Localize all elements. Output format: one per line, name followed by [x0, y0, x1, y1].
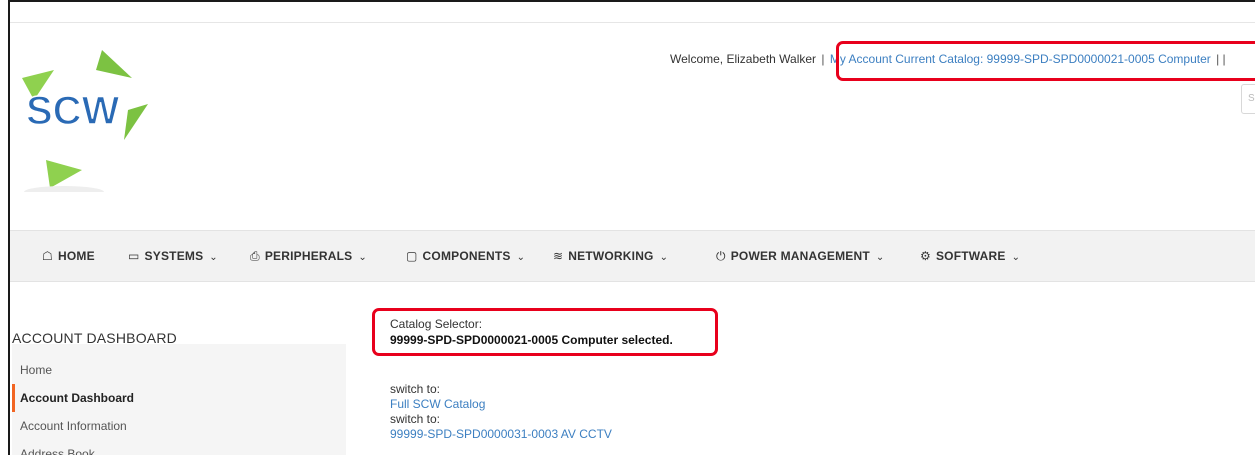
scw-logo[interactable]: SCW	[16, 42, 166, 198]
highlight-box-header	[836, 41, 1255, 81]
chevron-down-icon: ⌄	[875, 252, 885, 263]
sidebar-item-address-book[interactable]: Address Book	[12, 440, 346, 455]
nav-power-management[interactable]: ⏻ POWER MANAGEMENT ⌄	[716, 231, 885, 281]
highlight-box-catalog	[372, 308, 718, 356]
nav-home[interactable]: ☖ HOME	[42, 231, 95, 281]
nav-software-label: SOFTWARE	[935, 249, 1006, 263]
switch-to-label: switch to:	[390, 382, 441, 396]
nav-peripherals[interactable]: ⎙ PERIPHERALS ⌄	[250, 231, 367, 281]
nav-networking-label: NETWORKING	[568, 249, 654, 263]
separator: |	[821, 52, 825, 66]
nav-peripherals-label: PERIPHERALS	[264, 249, 353, 263]
nav-networking[interactable]: ≋ NETWORKING ⌄	[553, 231, 668, 281]
sidebar-item-home[interactable]: Home	[12, 356, 346, 384]
selected-catalog-text: 99999-SPD-SPD0000021-0005 Computer selec…	[390, 333, 673, 347]
top-divider	[10, 22, 1255, 23]
chevron-down-icon: ⌄	[358, 252, 367, 263]
nav-power-management-label: POWER MANAGEMENT	[730, 249, 870, 263]
sidebar-item-account-information[interactable]: Account Information	[12, 412, 346, 440]
logo-wordmark: SCW	[26, 89, 120, 133]
nav-software[interactable]: ⚙ SOFTWARE ⌄	[920, 231, 1020, 281]
welcome-text: Welcome, Elizabeth Walker	[670, 52, 817, 66]
power-icon: ⏻	[716, 249, 726, 263]
page-frame: SCW Welcome, Elizabeth Walker | My Accou…	[8, 0, 1255, 455]
chevron-down-icon: ⌄	[209, 252, 218, 263]
sidebar-item-account-dashboard[interactable]: Account Dashboard	[12, 384, 346, 412]
nav-systems[interactable]: ▭ SYSTEMS ⌄	[128, 231, 218, 281]
monitor-icon: ▢	[406, 249, 418, 263]
main-nav: ☖ HOME ▭ SYSTEMS ⌄ ⎙ PERIPHERALS ⌄ ▢ COMPONENT…	[10, 230, 1255, 282]
printer-icon: ⎙	[250, 249, 260, 263]
chevron-down-icon: ⌄	[1011, 252, 1021, 263]
laptop-icon: ▭	[128, 249, 140, 263]
chevron-down-icon: ⌄	[516, 252, 526, 263]
search-input[interactable]: Se	[1241, 84, 1255, 114]
nav-systems-label: SYSTEMS	[144, 249, 204, 263]
switch-full-catalog-link[interactable]: Full SCW Catalog	[390, 397, 485, 411]
nav-components[interactable]: ▢ COMPONENTS ⌄	[406, 231, 525, 281]
logo-graphic: SCW	[22, 50, 148, 198]
catalog-selector-label: Catalog Selector:	[390, 317, 483, 331]
nav-components-label: COMPONENTS	[422, 249, 511, 263]
switch-av-cctv-link[interactable]: 99999-SPD-SPD0000031-0003 AV CCTV	[390, 427, 612, 441]
switch-to-label: switch to:	[390, 412, 441, 426]
home-icon: ☖	[42, 249, 53, 263]
nav-home-label: HOME	[57, 249, 95, 263]
wifi-icon: ≋	[553, 249, 564, 263]
chevron-down-icon: ⌄	[659, 252, 669, 263]
gears-icon: ⚙	[920, 249, 931, 263]
